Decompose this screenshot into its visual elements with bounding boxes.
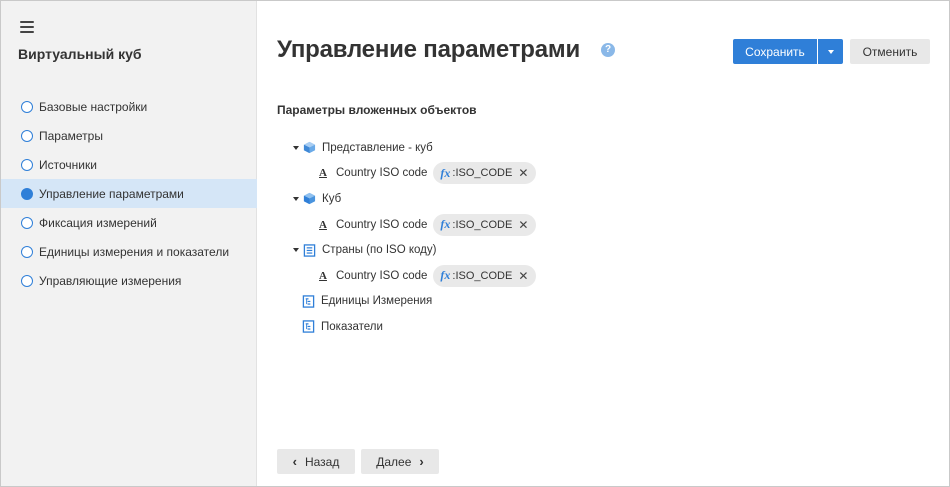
save-button[interactable]: Сохранить bbox=[733, 39, 817, 64]
tree-leaf-label: Country ISO code bbox=[336, 269, 428, 282]
window: Виртуальный куб Базовые настройки Параме… bbox=[0, 0, 950, 487]
cube-view-icon bbox=[303, 142, 316, 154]
back-button-label: Назад bbox=[304, 454, 340, 469]
close-icon[interactable]: ✕ bbox=[518, 218, 528, 232]
sidebar-item-parameters[interactable]: Параметры bbox=[1, 121, 257, 150]
dictionary-icon bbox=[303, 243, 316, 257]
function-icon: fx bbox=[440, 217, 451, 232]
wizard-steps: Базовые настройки Параметры Источники Уп… bbox=[1, 92, 257, 295]
help-icon[interactable]: ? bbox=[601, 43, 615, 57]
back-button[interactable]: ‹ Назад bbox=[277, 449, 355, 474]
parameter-value: :ISO_CODE bbox=[452, 167, 513, 180]
radio-icon bbox=[21, 129, 33, 142]
radio-icon bbox=[21, 245, 33, 258]
sidebar-item-label: Параметры bbox=[39, 128, 103, 143]
attribute-icon: A bbox=[319, 167, 327, 180]
tree-node-label: Куб bbox=[322, 192, 342, 205]
sidebar-item-parameter-management[interactable]: Управление параметрами bbox=[1, 179, 257, 208]
chevron-down-icon bbox=[827, 49, 834, 54]
tree-node[interactable]: Куб bbox=[257, 186, 917, 212]
attribute-icon: A bbox=[319, 218, 327, 231]
function-icon: fx bbox=[440, 268, 451, 283]
sidebar-item-label: Базовые настройки bbox=[39, 99, 148, 114]
sidebar-item-label: Управление параметрами bbox=[39, 186, 184, 201]
function-icon: fx bbox=[440, 165, 451, 180]
chevron-right-icon: › bbox=[419, 454, 424, 469]
next-button[interactable]: Далее › bbox=[361, 449, 439, 474]
sidebar-item-sources[interactable]: Источники bbox=[1, 150, 257, 179]
radio-icon bbox=[21, 216, 33, 229]
app-title: Виртуальный куб bbox=[18, 46, 142, 62]
sidebar-item-label: Фиксация измерений bbox=[39, 215, 157, 230]
chevron-left-icon: ‹ bbox=[292, 454, 297, 469]
sidebar-item-dimension-fixing[interactable]: Фиксация измерений bbox=[1, 208, 257, 237]
parameter-value: :ISO_CODE bbox=[452, 218, 513, 231]
page-title: Управление параметрами bbox=[277, 36, 581, 63]
next-button-label: Далее bbox=[376, 454, 412, 469]
tree-node[interactable]: Единицы Измерения bbox=[257, 289, 917, 315]
attribute-icon: A bbox=[319, 269, 327, 282]
expand-icon[interactable] bbox=[293, 145, 299, 150]
main-panel: Управление параметрами ? Сохранить Отмен… bbox=[257, 1, 949, 486]
dimension-icon bbox=[302, 295, 315, 308]
cancel-button[interactable]: Отменить bbox=[850, 39, 930, 64]
parameter-chip[interactable]: fx :ISO_CODE ✕ bbox=[433, 213, 537, 236]
tree-node[interactable]: Представление - куб bbox=[257, 135, 917, 161]
cube-icon bbox=[303, 193, 316, 205]
close-icon[interactable]: ✕ bbox=[518, 269, 528, 283]
parameter-value: :ISO_CODE bbox=[452, 269, 513, 282]
tree-node[interactable]: Страны (по ISO коду) bbox=[257, 237, 917, 263]
sidebar: Виртуальный куб Базовые настройки Параме… bbox=[1, 1, 257, 486]
tree-node[interactable]: Показатели bbox=[257, 314, 917, 340]
parameter-chip[interactable]: fx :ISO_CODE ✕ bbox=[433, 264, 537, 287]
sidebar-item-label: Управляющие измерения bbox=[39, 273, 182, 288]
expand-icon[interactable] bbox=[293, 248, 299, 253]
tree-leaf[interactable]: A Country ISO code fx :ISO_CODE ✕ bbox=[257, 161, 917, 187]
tree-leaf-label: Country ISO code bbox=[336, 167, 428, 180]
radio-icon bbox=[21, 158, 33, 171]
save-dropdown-button[interactable] bbox=[818, 39, 843, 64]
dimension-icon bbox=[302, 320, 315, 334]
radio-selected-icon bbox=[21, 187, 33, 200]
tree-leaf[interactable]: A Country ISO code fx :ISO_CODE ✕ bbox=[257, 212, 917, 238]
tree-node-label: Страны (по ISO коду) bbox=[322, 244, 437, 257]
sidebar-item-label: Единицы измерения и показатели bbox=[39, 244, 230, 259]
radio-icon bbox=[21, 100, 33, 113]
sidebar-item-control-dimensions[interactable]: Управляющие измерения bbox=[1, 266, 257, 295]
tree-node-label: Единицы Измерения bbox=[321, 295, 433, 308]
tree-leaf-label: Country ISO code bbox=[336, 218, 428, 231]
sidebar-item-label: Источники bbox=[39, 157, 97, 172]
expand-icon[interactable] bbox=[293, 196, 299, 201]
tree-node-label: Показатели bbox=[321, 320, 383, 333]
nested-objects-tree: Представление - куб A Country ISO code f… bbox=[257, 135, 917, 340]
sidebar-item-basic-settings[interactable]: Базовые настройки bbox=[1, 92, 257, 121]
close-icon[interactable]: ✕ bbox=[518, 166, 528, 180]
sidebar-item-units-and-measures[interactable]: Единицы измерения и показатели bbox=[1, 237, 257, 266]
menu-icon[interactable] bbox=[20, 21, 34, 33]
parameter-chip[interactable]: fx :ISO_CODE ✕ bbox=[433, 162, 537, 185]
section-title: Параметры вложенных объектов bbox=[277, 103, 477, 117]
tree-node-label: Представление - куб bbox=[322, 141, 433, 154]
tree-leaf[interactable]: A Country ISO code fx :ISO_CODE ✕ bbox=[257, 263, 917, 289]
radio-icon bbox=[21, 274, 33, 287]
